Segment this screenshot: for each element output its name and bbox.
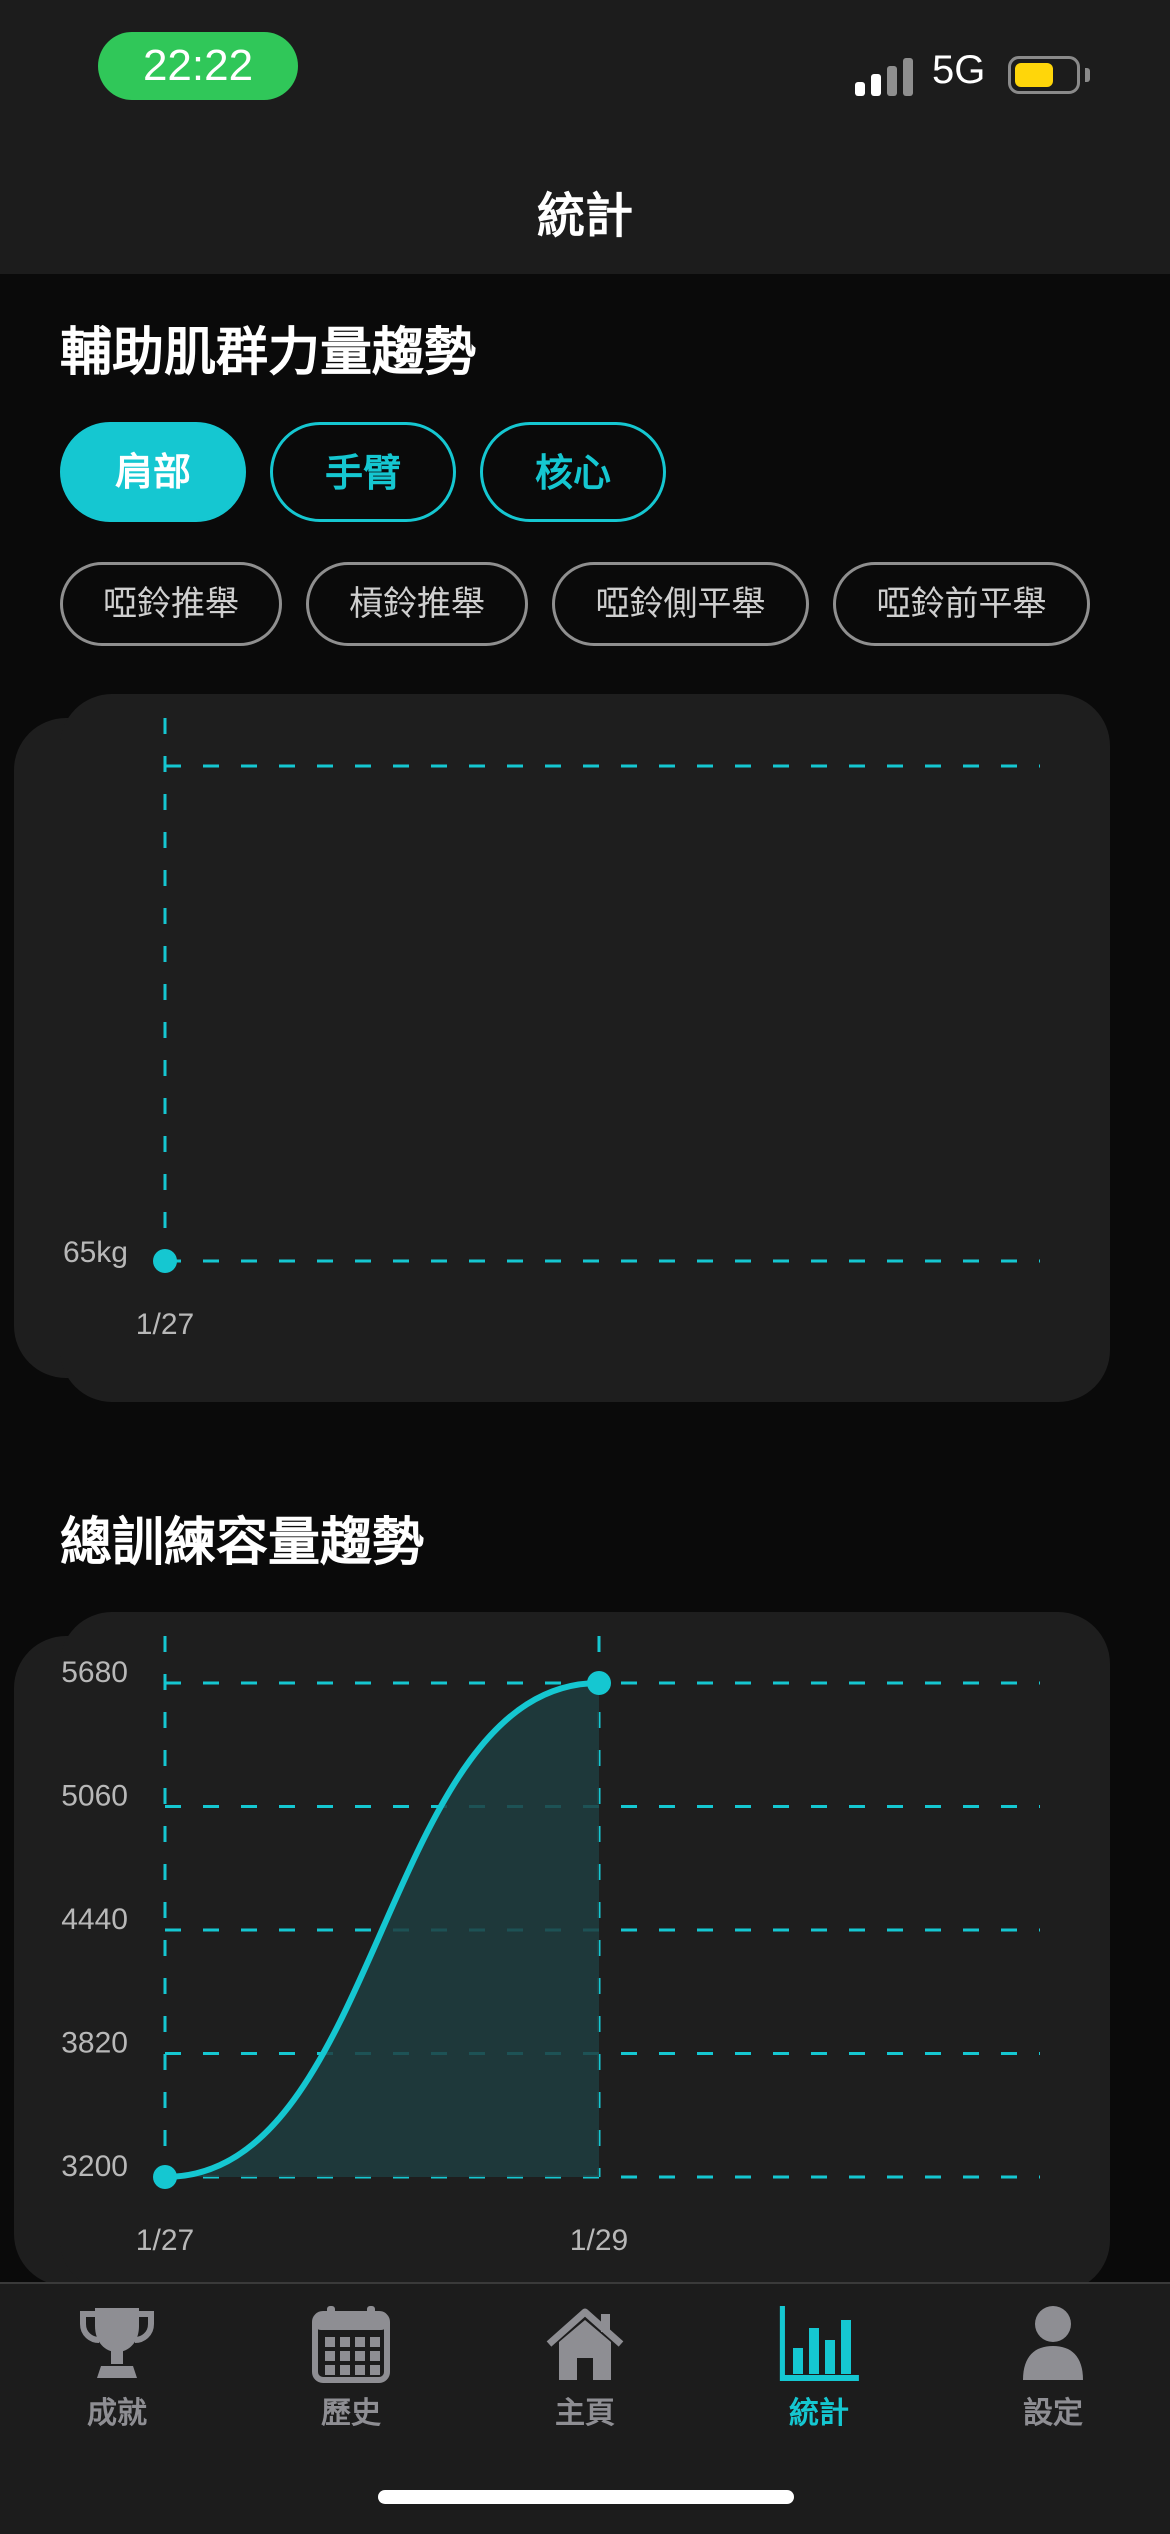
- exercise-chip-dumbbell-press[interactable]: 啞鈴推舉: [60, 562, 282, 646]
- category-tab-core[interactable]: 核心: [480, 422, 666, 522]
- tab-label: 設定: [1023, 2396, 1083, 2431]
- home-indicator[interactable]: [378, 2490, 794, 2504]
- volume-chart-card: [60, 1612, 1110, 2292]
- trophy-icon: [80, 2308, 154, 2378]
- strength-trend-title: 輔助肌群力量趨勢: [60, 323, 477, 383]
- exercise-chip-lateral-raise[interactable]: 啞鈴側平舉: [552, 562, 809, 646]
- bar-chart-icon: [779, 2306, 859, 2381]
- status-time: 22:22: [98, 32, 298, 100]
- exercise-chip-barbell-press[interactable]: 槓鈴推舉: [306, 562, 528, 646]
- tab-home[interactable]: 主頁: [505, 2304, 665, 2434]
- battery-tip: [1085, 68, 1090, 82]
- tab-statistics[interactable]: 統計: [739, 2304, 899, 2434]
- battery-icon: [1008, 56, 1080, 94]
- category-tab-arms[interactable]: 手臂: [270, 422, 456, 522]
- network-type: 5G: [932, 48, 986, 92]
- person-icon: [1023, 2306, 1083, 2380]
- signal-strength-icon: [855, 58, 913, 96]
- tab-settings[interactable]: 設定: [973, 2304, 1133, 2434]
- strength-chart-card: [60, 694, 1110, 1402]
- tab-label: 主頁: [555, 2396, 615, 2431]
- exercise-chip-front-raise[interactable]: 啞鈴前平舉: [833, 562, 1090, 646]
- home-icon: [546, 2308, 624, 2380]
- category-tab-shoulders[interactable]: 肩部: [60, 422, 246, 522]
- tab-history[interactable]: 歷史: [271, 2304, 431, 2434]
- status-bar: 22:22 5G: [0, 0, 1170, 140]
- calendar-icon: [312, 2306, 390, 2383]
- tab-label: 成就: [87, 2396, 147, 2431]
- navigation-bar: 統計: [0, 140, 1170, 274]
- tab-label: 歷史: [321, 2396, 381, 2431]
- volume-trend-title: 總訓練容量趨勢: [60, 1513, 425, 1573]
- tab-achievements[interactable]: 成就: [37, 2304, 197, 2434]
- tab-label: 統計: [789, 2396, 849, 2431]
- page-title: 統計: [536, 188, 633, 244]
